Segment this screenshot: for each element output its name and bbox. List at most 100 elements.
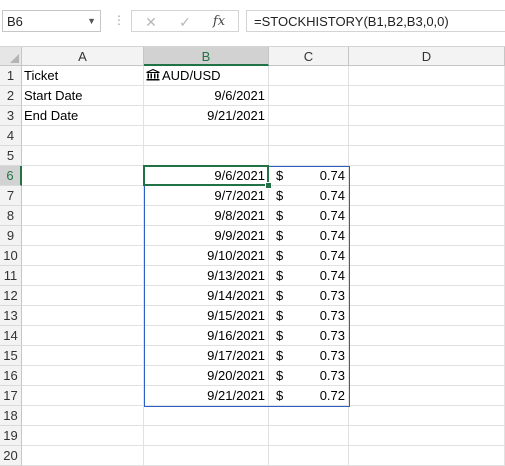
cell-c4[interactable] bbox=[269, 126, 349, 146]
row-header-14[interactable]: 14 bbox=[0, 326, 22, 346]
cell-d3[interactable] bbox=[349, 106, 505, 126]
cell-c15[interactable]: $0.73 bbox=[269, 346, 349, 366]
cell-b6[interactable]: 9/6/2021 bbox=[144, 166, 269, 186]
cell-b5[interactable] bbox=[144, 146, 269, 166]
cancel-icon[interactable]: ✕ bbox=[138, 12, 164, 32]
cell-c3[interactable] bbox=[269, 106, 349, 126]
cell-b20[interactable] bbox=[144, 446, 269, 466]
cell-a5[interactable] bbox=[22, 146, 144, 166]
cell-d2[interactable] bbox=[349, 86, 505, 106]
cell-a4[interactable] bbox=[22, 126, 144, 146]
cell-a11[interactable] bbox=[22, 266, 144, 286]
cell-b15[interactable]: 9/17/2021 bbox=[144, 346, 269, 366]
cell-a1[interactable]: Ticket bbox=[22, 66, 144, 86]
cell-a2[interactable]: Start Date bbox=[22, 86, 144, 106]
cell-b1[interactable]: AUD/USD bbox=[144, 66, 269, 86]
cell-c2[interactable] bbox=[269, 86, 349, 106]
cell-c7[interactable]: $0.74 bbox=[269, 186, 349, 206]
column-header-c[interactable]: C bbox=[269, 47, 349, 66]
row-header-18[interactable]: 18 bbox=[0, 406, 22, 426]
row-header-20[interactable]: 20 bbox=[0, 446, 22, 466]
cell-a13[interactable] bbox=[22, 306, 144, 326]
cell-a3[interactable]: End Date bbox=[22, 106, 144, 126]
cell-b9[interactable]: 9/9/2021 bbox=[144, 226, 269, 246]
cell-c8[interactable]: $0.74 bbox=[269, 206, 349, 226]
cell-b19[interactable] bbox=[144, 426, 269, 446]
cell-b3[interactable]: 9/21/2021 bbox=[144, 106, 269, 126]
cell-d10[interactable] bbox=[349, 246, 505, 266]
cell-d15[interactable] bbox=[349, 346, 505, 366]
column-header-a[interactable]: A bbox=[22, 47, 144, 66]
row-header-8[interactable]: 8 bbox=[0, 206, 22, 226]
cell-c16[interactable]: $0.73 bbox=[269, 366, 349, 386]
insert-function-icon[interactable]: fx bbox=[206, 12, 232, 32]
name-box[interactable]: B6 ▼ bbox=[2, 10, 101, 32]
column-header-b[interactable]: B bbox=[144, 47, 269, 66]
cell-b14[interactable]: 9/16/2021 bbox=[144, 326, 269, 346]
cell-d17[interactable] bbox=[349, 386, 505, 406]
chevron-down-icon[interactable]: ▼ bbox=[87, 16, 96, 26]
cell-a18[interactable] bbox=[22, 406, 144, 426]
column-header-d[interactable]: D bbox=[349, 47, 505, 66]
cell-a9[interactable] bbox=[22, 226, 144, 246]
cell-d11[interactable] bbox=[349, 266, 505, 286]
cell-c18[interactable] bbox=[269, 406, 349, 426]
cell-d20[interactable] bbox=[349, 446, 505, 466]
cell-d16[interactable] bbox=[349, 366, 505, 386]
cell-b10[interactable]: 9/10/2021 bbox=[144, 246, 269, 266]
cell-a19[interactable] bbox=[22, 426, 144, 446]
cell-c6[interactable]: $0.74 bbox=[269, 166, 349, 186]
row-header-9[interactable]: 9 bbox=[0, 226, 22, 246]
cell-b4[interactable] bbox=[144, 126, 269, 146]
cell-a12[interactable] bbox=[22, 286, 144, 306]
cell-d14[interactable] bbox=[349, 326, 505, 346]
row-header-1[interactable]: 1 bbox=[0, 66, 22, 86]
cell-a6[interactable] bbox=[22, 166, 144, 186]
cell-b2[interactable]: 9/6/2021 bbox=[144, 86, 269, 106]
cell-c14[interactable]: $0.73 bbox=[269, 326, 349, 346]
cell-a20[interactable] bbox=[22, 446, 144, 466]
row-header-19[interactable]: 19 bbox=[0, 426, 22, 446]
cell-d12[interactable] bbox=[349, 286, 505, 306]
cell-c13[interactable]: $0.73 bbox=[269, 306, 349, 326]
fill-handle[interactable] bbox=[265, 182, 272, 189]
cell-d7[interactable] bbox=[349, 186, 505, 206]
row-header-2[interactable]: 2 bbox=[0, 86, 22, 106]
cell-a14[interactable] bbox=[22, 326, 144, 346]
row-header-16[interactable]: 16 bbox=[0, 366, 22, 386]
cell-d13[interactable] bbox=[349, 306, 505, 326]
cell-c19[interactable] bbox=[269, 426, 349, 446]
cell-b8[interactable]: 9/8/2021 bbox=[144, 206, 269, 226]
row-header-3[interactable]: 3 bbox=[0, 106, 22, 126]
row-header-11[interactable]: 11 bbox=[0, 266, 22, 286]
cell-a15[interactable] bbox=[22, 346, 144, 366]
row-header-5[interactable]: 5 bbox=[0, 146, 22, 166]
row-header-15[interactable]: 15 bbox=[0, 346, 22, 366]
cell-d8[interactable] bbox=[349, 206, 505, 226]
enter-icon[interactable]: ✓ bbox=[172, 12, 198, 32]
cell-c5[interactable] bbox=[269, 146, 349, 166]
row-header-7[interactable]: 7 bbox=[0, 186, 22, 206]
cell-d6[interactable] bbox=[349, 166, 505, 186]
cell-a7[interactable] bbox=[22, 186, 144, 206]
cell-d4[interactable] bbox=[349, 126, 505, 146]
cell-c9[interactable]: $0.74 bbox=[269, 226, 349, 246]
cell-c10[interactable]: $0.74 bbox=[269, 246, 349, 266]
cell-b13[interactable]: 9/15/2021 bbox=[144, 306, 269, 326]
cell-d19[interactable] bbox=[349, 426, 505, 446]
cell-b16[interactable]: 9/20/2021 bbox=[144, 366, 269, 386]
cell-a8[interactable] bbox=[22, 206, 144, 226]
cell-d18[interactable] bbox=[349, 406, 505, 426]
cell-d9[interactable] bbox=[349, 226, 505, 246]
cell-a10[interactable] bbox=[22, 246, 144, 266]
row-header-4[interactable]: 4 bbox=[0, 126, 22, 146]
formula-input[interactable]: =STOCKHISTORY(B1,B2,B3,0,0) bbox=[246, 10, 505, 32]
select-all-button[interactable] bbox=[0, 47, 22, 66]
row-header-13[interactable]: 13 bbox=[0, 306, 22, 326]
cell-a16[interactable] bbox=[22, 366, 144, 386]
cell-c1[interactable] bbox=[269, 66, 349, 86]
row-header-17[interactable]: 17 bbox=[0, 386, 22, 406]
cell-b7[interactable]: 9/7/2021 bbox=[144, 186, 269, 206]
cell-c12[interactable]: $0.73 bbox=[269, 286, 349, 306]
cell-c17[interactable]: $0.72 bbox=[269, 386, 349, 406]
